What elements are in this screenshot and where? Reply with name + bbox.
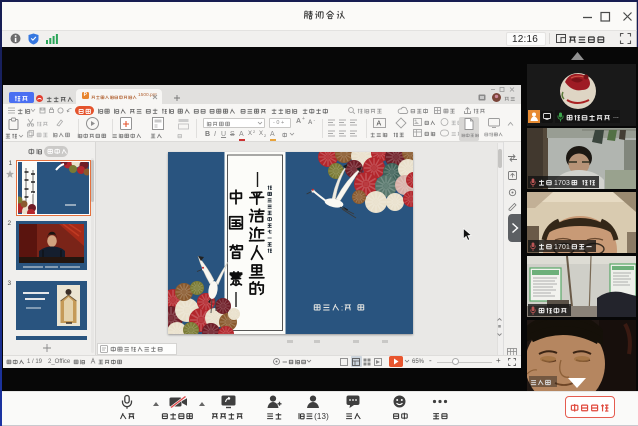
svg-text::: :	[340, 302, 342, 312]
svg-text:1: 1	[566, 244, 570, 251]
svg-text:3: 3	[566, 180, 570, 187]
svg-text:): )	[326, 412, 329, 421]
svg-text:A: A	[377, 121, 382, 128]
